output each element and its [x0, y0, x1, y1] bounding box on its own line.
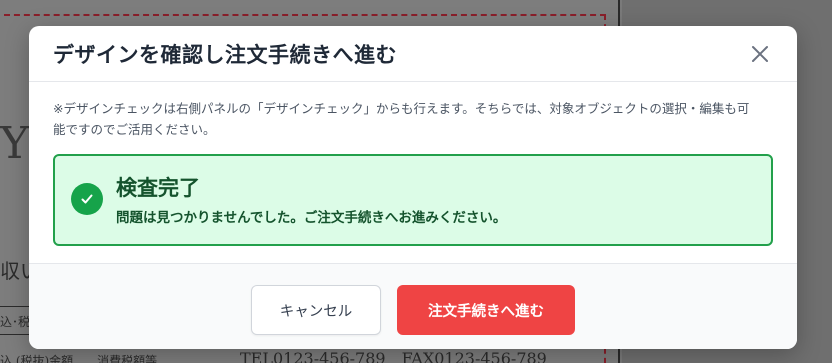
- proceed-to-order-button[interactable]: 注文手続きへ進む: [397, 285, 575, 335]
- background-text: 込 (税抜)金額 消費税額等: [0, 354, 158, 363]
- result-title: 検査完了: [116, 176, 200, 200]
- cancel-button[interactable]: キャンセル: [251, 285, 381, 335]
- background-text: 込･税: [0, 315, 31, 329]
- modal-title: デザインを確認し注文手続きへ進む: [53, 43, 397, 67]
- check-result-panel: 検査完了 問題は見つかりませんでした。ご注文手続きへお進みください。: [53, 154, 773, 246]
- check-icon: [71, 183, 103, 215]
- result-message: 問題は見つかりませんでした。ご注文手続きへお進みください。: [116, 210, 507, 226]
- modal-header: デザインを確認し注文手続きへ進む: [29, 26, 797, 82]
- modal-footer: キャンセル 注文手続きへ進む: [29, 263, 797, 349]
- background-glyph: Y: [0, 118, 30, 169]
- modal-body: ※デザインチェックは右側パネルの「デザインチェック」からも行えます。そちらでは、…: [29, 98, 797, 246]
- close-icon[interactable]: [749, 43, 771, 65]
- design-check-modal: デザインを確認し注文手続きへ進む ※デザインチェックは右側パネルの「デザインチェ…: [29, 26, 797, 349]
- info-text: ※デザインチェックは右側パネルの「デザインチェック」からも行えます。そちらでは、…: [53, 101, 750, 137]
